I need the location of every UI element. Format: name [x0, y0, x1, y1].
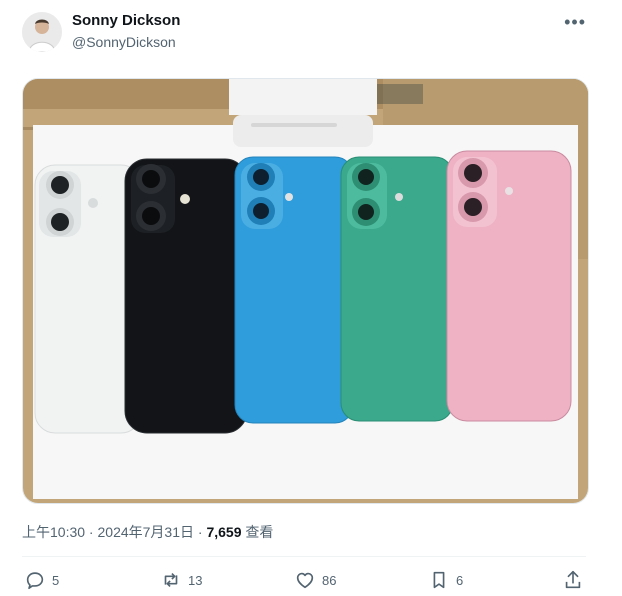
post-actions: 5 13 86 6	[22, 566, 588, 594]
repost-count: 13	[188, 572, 203, 588]
reply-count: 5	[52, 572, 60, 588]
post-date[interactable]: 2024年7月31日	[98, 524, 195, 540]
like-button[interactable]: 86	[294, 566, 336, 594]
phones-photo	[23, 79, 588, 503]
more-options-icon[interactable]: •••	[564, 12, 586, 33]
post-image[interactable]	[22, 78, 589, 504]
reply-button[interactable]: 5	[24, 566, 59, 594]
bookmark-count: 6	[456, 572, 464, 588]
bookmark-icon	[433, 571, 445, 589]
author-handle[interactable]: @SonnyDickson	[72, 34, 176, 50]
meta-separator: ·	[194, 524, 207, 540]
divider	[22, 556, 586, 557]
post-time[interactable]: 上午10:30	[22, 524, 85, 540]
share-icon	[565, 570, 581, 589]
like-count: 86	[322, 572, 337, 588]
post-meta: 上午10:30 · 2024年7月31日 · 7,659 查看	[22, 522, 273, 542]
views-count: 7,659	[206, 524, 242, 540]
views-label: 查看	[241, 524, 274, 540]
share-button[interactable]	[562, 566, 584, 594]
author-avatar[interactable]	[22, 12, 62, 52]
heart-icon	[296, 572, 314, 589]
reply-icon	[26, 572, 44, 590]
avatar-image	[22, 12, 62, 52]
repost-button[interactable]: 13	[160, 566, 202, 594]
author-name[interactable]: Sonny Dickson	[72, 12, 180, 29]
meta-separator: ·	[85, 524, 98, 540]
repost-icon	[164, 572, 178, 588]
bookmark-button[interactable]: 6	[428, 566, 463, 594]
